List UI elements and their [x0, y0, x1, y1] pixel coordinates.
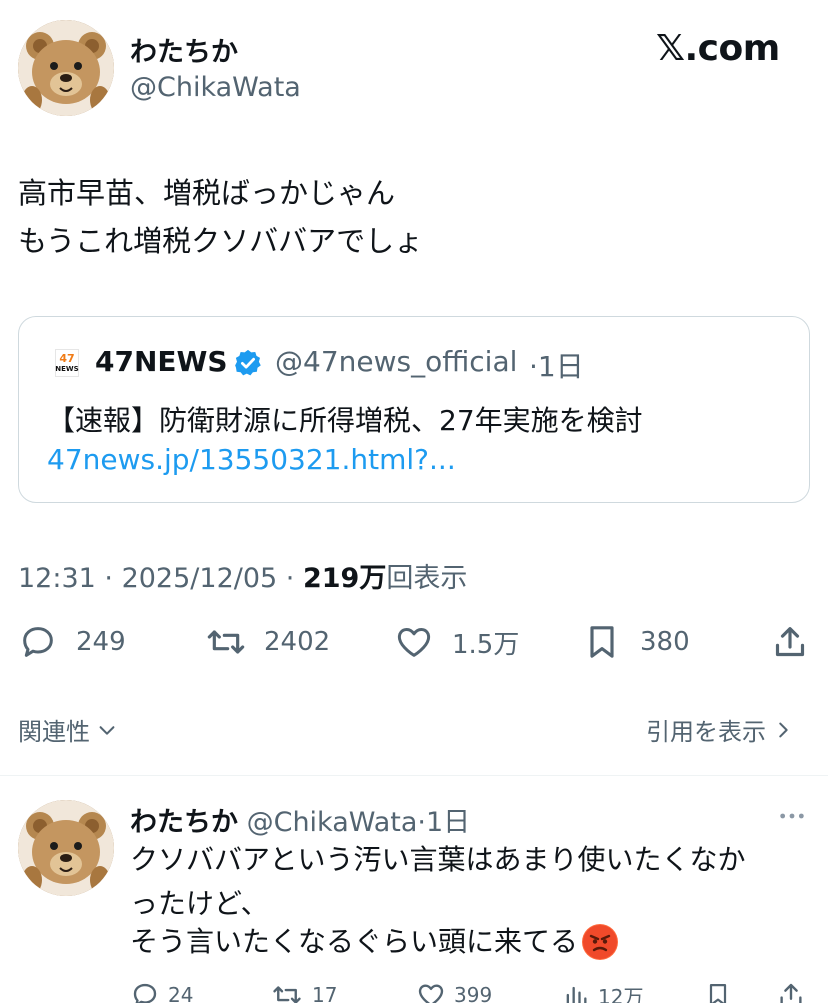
verified-badge-icon	[233, 348, 263, 382]
retweet-icon	[273, 986, 301, 1003]
view-quotes-link[interactable]: 引用を表示	[646, 712, 794, 747]
reply-share-button[interactable]	[776, 980, 806, 1003]
reply-button[interactable]: 249	[18, 622, 126, 662]
tweet-date[interactable]: 2025/12/05	[122, 563, 278, 594]
quote-time: ·1日	[529, 350, 584, 383]
reply-time[interactable]: ·1日	[417, 807, 470, 838]
angry-face-emoji	[582, 924, 619, 960]
share-button[interactable]	[770, 622, 810, 662]
bookmark-button[interactable]: 380	[582, 622, 690, 662]
share-icon	[775, 627, 805, 657]
quote-author-name: 47NEWS	[95, 345, 228, 378]
relevance-label: 関連性	[18, 718, 90, 746]
views-count: 219万	[302, 563, 387, 594]
more-options-button[interactable]	[776, 800, 808, 836]
share-icon	[780, 983, 802, 1003]
heart-icon	[418, 984, 444, 1003]
reply-retweet-count: 17	[312, 983, 338, 1003]
chevron-down-icon	[99, 725, 115, 735]
teddy-bear-avatar-image	[18, 20, 114, 116]
bookmark-count: 380	[640, 627, 690, 657]
retweet-button[interactable]: 2402	[204, 622, 330, 662]
logo-word: NEWS	[55, 365, 79, 373]
reply-icon	[23, 627, 53, 657]
like-count: 1.5万	[452, 629, 520, 660]
author-name[interactable]: わたちか	[130, 30, 238, 69]
reply-views-count: 12万	[598, 984, 644, 1003]
meta-separator: ·	[104, 563, 122, 594]
reply-views-button[interactable]: 12万	[562, 980, 643, 1003]
views-label: 回表示	[386, 563, 468, 594]
logo-number: 47	[59, 352, 75, 365]
reply-reply-count: 24	[168, 983, 194, 1003]
reply-retweet-button[interactable]: 17	[270, 980, 337, 1003]
reply-bookmark-button[interactable]	[704, 980, 732, 1003]
teddy-bear-avatar-image	[18, 800, 114, 896]
bookmark-icon	[709, 983, 727, 1003]
reply-author-handle[interactable]: @ChikaWata	[247, 807, 418, 838]
reply-count: 249	[76, 627, 126, 657]
quote-text: 【速報】防衛財源に所得増税、27年実施を検討	[47, 404, 643, 437]
quote-author-handle: @47news_official	[275, 345, 518, 378]
reply-header: わたちか @ChikaWata·1日	[130, 800, 470, 839]
reply-text-line-1: クソババアという汚い言葉はあまり使いたくなか	[130, 843, 746, 876]
tweet-meta: 12:31 · 2025/12/05 · 219万回表示	[18, 556, 467, 595]
reply-icon	[133, 983, 157, 1003]
reply-like-count: 399	[454, 983, 493, 1003]
quoted-tweet-card[interactable]: 47 NEWS 47NEWS @47news_official ·1日 【速報】…	[18, 316, 810, 503]
quote-link[interactable]: 47news.jp/13550321.html?...	[47, 443, 456, 476]
retweet-icon	[207, 630, 245, 654]
chevron-right-icon	[779, 722, 788, 737]
retweet-count: 2402	[264, 627, 331, 657]
more-dots-icon	[780, 813, 804, 819]
x-com-brand: 𝕏.com	[656, 28, 780, 69]
reply-author-name[interactable]: わたちか	[130, 807, 238, 838]
author-avatar[interactable]	[18, 20, 114, 116]
tweet-time[interactable]: 12:31	[18, 563, 96, 594]
reply-text-line-3-wrap: そう言いたくなるぐらい頭に来てる	[130, 920, 619, 964]
author-handle[interactable]: @ChikaWata	[130, 72, 301, 103]
reply-author-avatar[interactable]	[18, 800, 114, 896]
bookmark-icon	[590, 626, 614, 658]
relevance-sort-button[interactable]: 関連性	[18, 712, 118, 747]
view-quotes-label: 引用を表示	[646, 718, 766, 746]
meta-separator: ·	[285, 563, 303, 594]
section-divider	[0, 775, 828, 776]
reply-like-button[interactable]: 399	[416, 980, 492, 1003]
tweet-text-line-1: 高市早苗、増税ばっかじゃん	[18, 176, 396, 210]
tweet-text-line-2: もうこれ増税クソババアでしょ	[18, 224, 424, 258]
reply-text-line-3: そう言いたくなるぐらい頭に来てる	[130, 925, 579, 958]
heart-icon	[397, 628, 431, 657]
views-chart-icon	[566, 986, 587, 1003]
47news-logo: 47 NEWS	[55, 349, 79, 377]
angry-face-icon	[583, 925, 618, 959]
reply-reply-button[interactable]: 24	[130, 980, 193, 1003]
like-button[interactable]: 1.5万	[394, 622, 519, 662]
